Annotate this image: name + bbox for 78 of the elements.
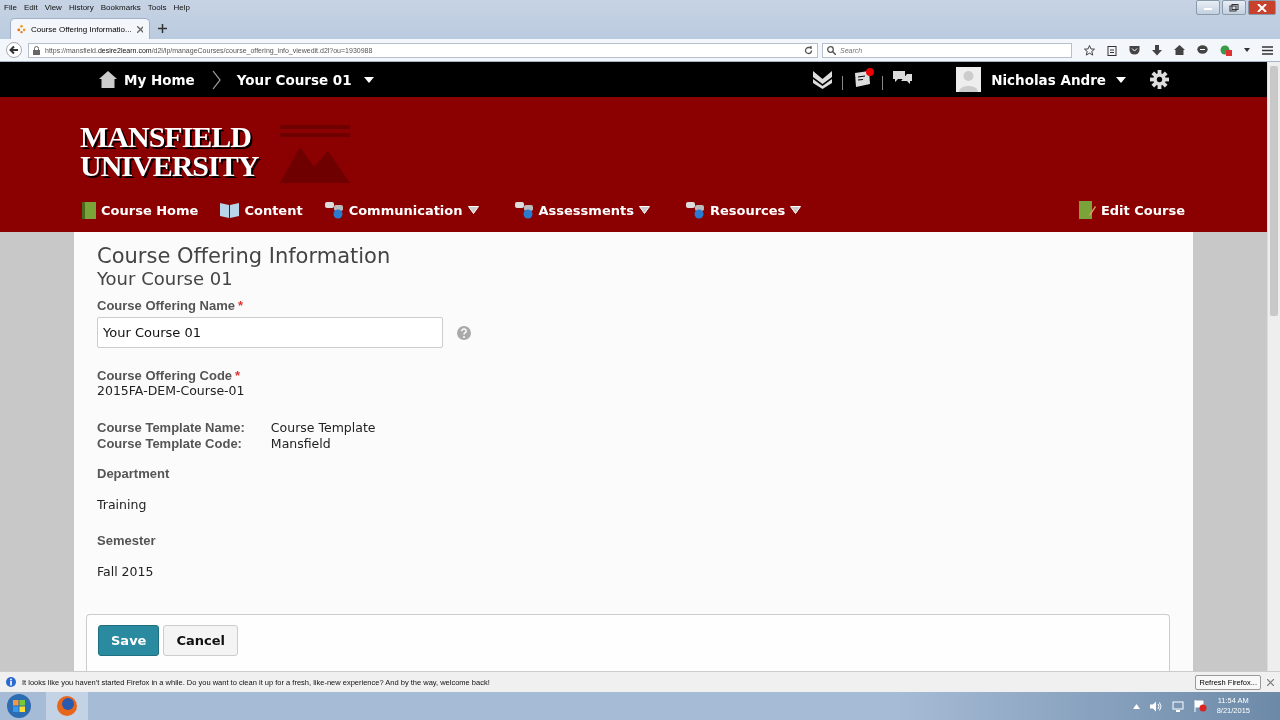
chevron-icon [211,69,221,90]
clipboard-icon[interactable] [1107,44,1117,56]
open-book-icon [220,202,240,218]
restore-button[interactable] [1222,0,1246,15]
link-icon [685,201,705,219]
close-icon[interactable] [136,25,143,33]
extension-icon[interactable] [1220,44,1232,56]
nav-link[interactable]: Assessments [514,201,650,219]
caret-icon[interactable] [1116,76,1126,83]
flower-icon [17,24,26,35]
page-subtitle: Your Course 01 [97,268,234,289]
mail-icon[interactable] [813,70,833,89]
back-icon[interactable] [6,42,22,59]
field-value: Course Template [270,420,376,436]
menu-item[interactable]: File [4,3,17,13]
speaker-icon[interactable] [1149,700,1162,712]
page-title: Course Offering Information [97,244,392,268]
close-icon[interactable] [1267,678,1274,686]
caret-icon[interactable] [1244,48,1250,53]
restore-icon [1229,3,1239,12]
new-tab-icon[interactable] [158,24,167,34]
menu-item[interactable]: History [68,3,94,13]
flag-icon[interactable] [1193,700,1207,712]
search-icon [827,45,836,55]
field-label: Department [97,466,171,481]
caret-icon[interactable] [363,76,374,83]
download-icon[interactable] [1152,44,1162,56]
home-link[interactable]: My Home [124,71,195,88]
link-icon [514,201,534,219]
menu-item[interactable]: Tools [147,3,167,13]
course-selector[interactable]: Your Course 01 [236,71,352,88]
field-label: Course Template Code: [97,436,243,452]
save-button[interactable]: Save [98,625,160,656]
user-menu[interactable]: Nicholas Andre [991,71,1106,88]
lock-icon [33,45,40,55]
book-icon [82,201,96,219]
menu-item[interactable]: Help [173,3,190,13]
field-label: Semester [97,533,157,548]
arrow-icon[interactable] [1132,703,1140,709]
start-button[interactable] [4,693,34,719]
field-label: Course Offering Name * [97,298,245,313]
browser-tab[interactable]: Course Offering Informatio... [10,18,150,40]
field-label: Course Template Name: [97,420,245,436]
field-value: Mansfield [270,436,332,452]
close-icon [1257,3,1267,12]
edit-course-link[interactable]: Edit Course [1078,201,1185,219]
browser-icon[interactable] [46,692,88,720]
menu-item[interactable]: Edit [23,3,38,13]
nav-link[interactable]: Communication [324,201,479,219]
nav-link[interactable]: Resources [685,201,802,219]
field-value: 2015FA-DEM-Course-01 [97,383,246,398]
settings-icon[interactable] [1150,70,1169,89]
link-icon [324,201,344,219]
nav-link[interactable]: Course Home [82,201,199,219]
university-logo[interactable]: MANSFIELD UNIVERSITY [80,123,352,185]
star-icon[interactable] [1084,44,1095,56]
nav-link[interactable]: Content [220,201,303,219]
menu-item[interactable]: Bookmarks [100,3,141,13]
home-icon[interactable] [99,71,117,88]
menu-icon[interactable] [1262,45,1273,55]
notebook-icon [1078,201,1096,219]
chat-icon[interactable] [1197,45,1208,56]
notes-icon[interactable] [853,71,873,88]
name-field[interactable]: Your Course 01 [97,317,443,348]
avatar-icon[interactable] [956,67,982,92]
field-value: Training [97,497,148,512]
pocket-icon[interactable] [1129,45,1140,56]
tab-title: Course Offering Informatio... [30,24,132,34]
close-button[interactable] [1248,0,1276,15]
home-icon[interactable] [1174,45,1185,56]
field-label: Course Offering Code * [97,368,242,383]
scrollbar[interactable] [1267,62,1280,671]
cancel-button[interactable]: Cancel [163,625,238,656]
reload-icon[interactable] [804,45,813,55]
network-icon[interactable] [1171,700,1184,712]
info-icon [6,677,16,687]
field-value: Fall 2015 [97,564,155,579]
menu-item[interactable]: View [44,3,62,13]
